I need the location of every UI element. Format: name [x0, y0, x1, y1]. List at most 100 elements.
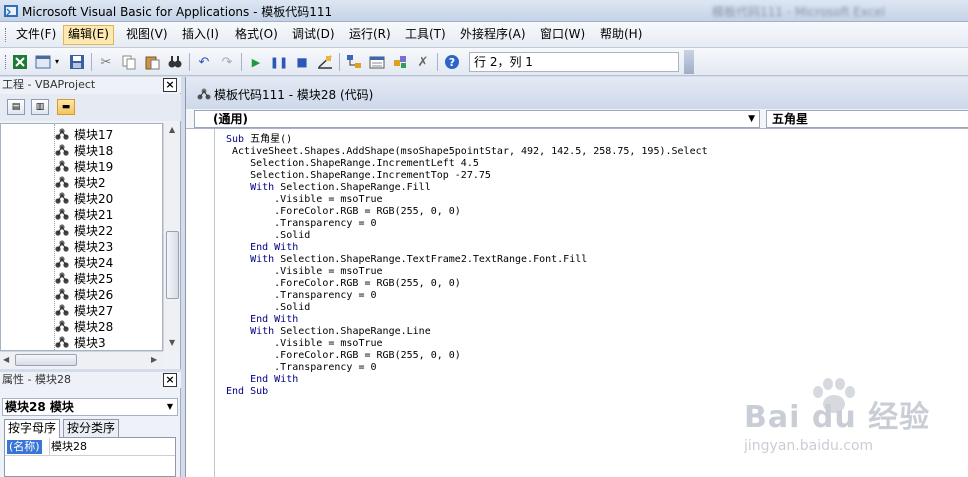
project-panel-close-button[interactable]: ×: [163, 78, 177, 92]
excel-icon[interactable]: [11, 53, 29, 71]
procedure-dropdown[interactable]: 五角星: [766, 110, 968, 128]
menu-help[interactable]: 帮助(H): [596, 25, 646, 45]
code-line[interactable]: .ForeColor.RGB = RGB(255, 0, 0): [226, 278, 708, 290]
tree-item-module[interactable]: 模块20: [53, 190, 113, 206]
object-browser-icon[interactable]: [391, 53, 409, 71]
view-object-icon[interactable]: ▥: [31, 99, 49, 115]
tree-item-module[interactable]: 模块22: [53, 222, 113, 238]
code-editor[interactable]: Sub 五角星() ActiveSheet.Shapes.AddShape(ms…: [216, 129, 968, 477]
toggle-folders-icon[interactable]: ▬: [57, 99, 75, 115]
property-name-cell[interactable]: (名称): [7, 440, 42, 454]
tree-vertical-scrollbar[interactable]: ▲ ▼: [163, 123, 180, 351]
menu-grip[interactable]: [5, 28, 8, 42]
tree-item-module[interactable]: 模块24: [53, 254, 113, 270]
menu-file[interactable]: 文件(F): [12, 25, 60, 45]
tab-categorized[interactable]: 按分类序: [63, 419, 120, 437]
tree-horizontal-scrollbar[interactable]: ◀ ▶: [0, 351, 163, 368]
tree-item-module[interactable]: 模块19: [53, 158, 113, 174]
menu-edit[interactable]: 编辑(E): [63, 25, 114, 45]
reset-icon[interactable]: ■: [293, 53, 311, 71]
menu-format[interactable]: 格式(O): [231, 25, 282, 45]
find-icon[interactable]: [166, 53, 184, 71]
run-icon[interactable]: ▶: [247, 53, 265, 71]
code-line[interactable]: .Transparency = 0: [226, 218, 708, 230]
code-line[interactable]: .Visible = msoTrue: [226, 266, 708, 278]
tab-alphabetic[interactable]: 按字母序: [4, 419, 61, 438]
menu-insert[interactable]: 插入(I): [178, 25, 223, 45]
tree-item-module[interactable]: 模块3: [53, 334, 106, 350]
code-lines: Sub 五角星() ActiveSheet.Shapes.AddShape(ms…: [226, 134, 708, 398]
help-icon[interactable]: ?: [443, 53, 461, 71]
chevron-down-icon[interactable]: ▼: [748, 111, 755, 127]
scroll-left-icon[interactable]: ◀: [3, 355, 9, 364]
code-line[interactable]: With Selection.ShapeRange.Fill: [226, 182, 708, 194]
cut-icon[interactable]: ✂: [97, 53, 115, 71]
chevron-down-icon[interactable]: ▼: [167, 399, 173, 415]
object-dropdown[interactable]: (通用) ▼: [194, 110, 760, 128]
tree-item-module[interactable]: 模块21: [53, 206, 113, 222]
code-line[interactable]: .ForeColor.RGB = RGB(255, 0, 0): [226, 350, 708, 362]
tree-item-module[interactable]: 模块26: [53, 286, 113, 302]
code-line[interactable]: .Visible = msoTrue: [226, 194, 708, 206]
toolbar-grip[interactable]: [5, 55, 8, 69]
dropdown-arrow-icon[interactable]: ▾: [52, 53, 62, 71]
code-line[interactable]: End With: [226, 242, 708, 254]
tree-item-module[interactable]: 模块17: [53, 126, 113, 142]
module-icon: [55, 256, 69, 268]
tree-item-module[interactable]: 模块25: [53, 270, 113, 286]
object-selector[interactable]: 模块28 模块 ▼: [2, 398, 178, 416]
view-code-icon[interactable]: ▤: [7, 99, 25, 115]
code-line[interactable]: Selection.ShapeRange.IncrementLeft 4.5: [226, 158, 708, 170]
project-explorer-icon[interactable]: [345, 53, 363, 71]
code-line[interactable]: .Visible = msoTrue: [226, 338, 708, 350]
scroll-right-icon[interactable]: ▶: [151, 355, 157, 364]
code-line[interactable]: ActiveSheet.Shapes.AddShape(msoShape5poi…: [226, 146, 708, 158]
toolbar-options-handle[interactable]: [684, 50, 694, 74]
code-margin[interactable]: [193, 129, 215, 477]
menu-window[interactable]: 窗口(W): [536, 25, 589, 45]
paste-icon[interactable]: [143, 53, 161, 71]
toolbar-separator: [437, 53, 438, 71]
code-line[interactable]: .Solid: [226, 302, 708, 314]
code-line[interactable]: End With: [226, 374, 708, 386]
code-keyword: End With: [250, 242, 299, 253]
undo-icon[interactable]: ↶: [195, 53, 213, 71]
tree-vertical-scroll-thumb[interactable]: [166, 231, 179, 299]
project-panel-toolbar: ▤ ▥ ▬: [0, 94, 181, 121]
code-line[interactable]: With Selection.ShapeRange.Line: [226, 326, 708, 338]
tree-item-module[interactable]: 模块28: [53, 318, 113, 334]
code-line[interactable]: End With: [226, 314, 708, 326]
code-line[interactable]: .Transparency = 0: [226, 362, 708, 374]
code-line[interactable]: With Selection.ShapeRange.TextFrame2.Tex…: [226, 254, 708, 266]
code-line[interactable]: Selection.ShapeRange.IncrementTop -27.75: [226, 170, 708, 182]
tree-item-module[interactable]: 模块18: [53, 142, 113, 158]
menu-debug[interactable]: 调试(D): [288, 25, 339, 45]
tree-horizontal-scroll-thumb[interactable]: [15, 354, 77, 366]
properties-panel-close-button[interactable]: ×: [163, 373, 177, 387]
scroll-down-icon[interactable]: ▼: [169, 338, 175, 347]
code-line[interactable]: .ForeColor.RGB = RGB(255, 0, 0): [226, 206, 708, 218]
insert-userform-icon[interactable]: [34, 53, 52, 71]
title-bar: Microsoft Visual Basic for Applications …: [0, 0, 968, 22]
code-line[interactable]: End Sub: [226, 386, 708, 398]
redo-icon[interactable]: ↷: [218, 53, 236, 71]
menu-addins[interactable]: 外接程序(A): [456, 25, 530, 45]
toolbox-icon[interactable]: ✗: [414, 53, 432, 71]
menu-run[interactable]: 运行(R): [345, 25, 395, 45]
code-line[interactable]: Sub 五角星(): [226, 134, 708, 146]
copy-icon[interactable]: [120, 53, 138, 71]
menu-view[interactable]: 视图(V): [122, 25, 172, 45]
code-line[interactable]: .Solid: [226, 230, 708, 242]
break-icon[interactable]: ❚❚: [270, 53, 288, 71]
properties-icon[interactable]: [368, 53, 386, 71]
scroll-up-icon[interactable]: ▲: [169, 125, 175, 134]
tree-item-label: 模块20: [74, 191, 114, 206]
tree-item-module[interactable]: 模块2: [53, 174, 106, 190]
property-value-cell[interactable]: 模块28: [51, 440, 87, 454]
menu-tools[interactable]: 工具(T): [401, 25, 450, 45]
save-icon[interactable]: [68, 53, 86, 71]
design-mode-icon[interactable]: [316, 53, 334, 71]
tree-item-module[interactable]: 模块23: [53, 238, 113, 254]
code-line[interactable]: .Transparency = 0: [226, 290, 708, 302]
tree-item-module[interactable]: 模块27: [53, 302, 113, 318]
